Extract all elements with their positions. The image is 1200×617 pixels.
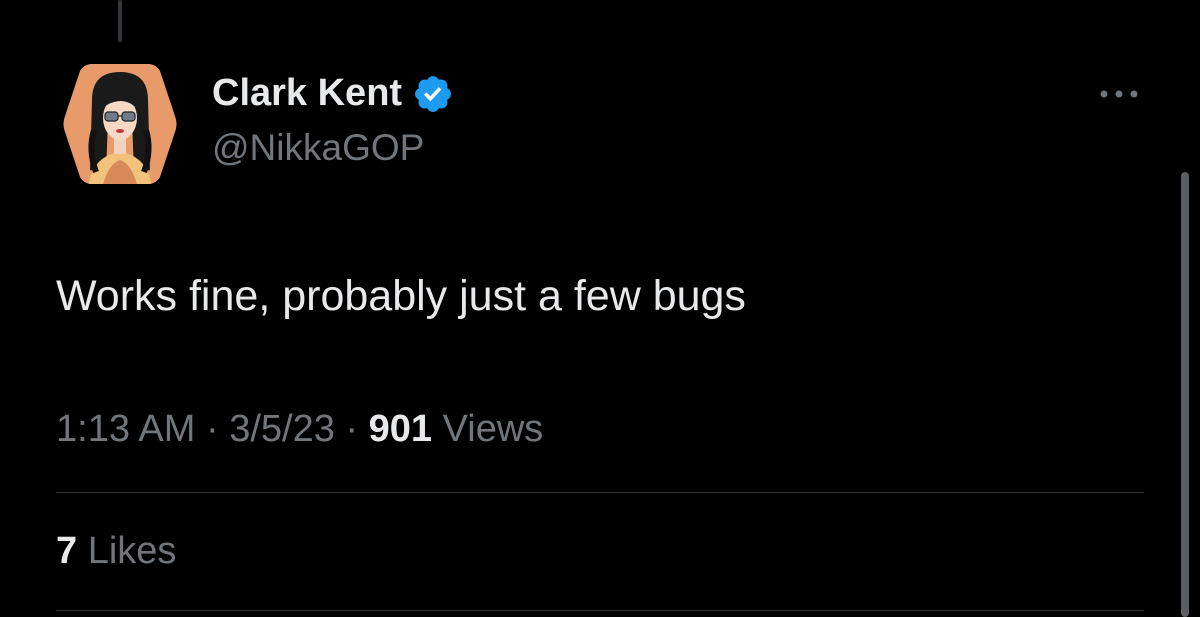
likes-link[interactable]: 7 Likes [56, 530, 176, 573]
avatar[interactable] [62, 60, 178, 188]
more-options-icon[interactable] [1094, 84, 1144, 104]
author-display-name[interactable]: Clark Kent [212, 72, 454, 115]
divider [56, 492, 1144, 493]
tweet-time[interactable]: 1:13 AM [56, 408, 195, 450]
scrollbar[interactable] [1181, 172, 1189, 617]
tweet-text: Works fine, probably just a few bugs [56, 272, 746, 320]
meta-separator: · [205, 408, 219, 450]
author-name-text[interactable]: Clark Kent [212, 72, 402, 115]
meta-separator: · [345, 408, 359, 450]
tweet-date[interactable]: 3/5/23 [229, 408, 335, 450]
divider [56, 610, 1144, 611]
views-label: Views [442, 408, 544, 450]
verified-badge-icon[interactable] [412, 73, 454, 115]
thread-connector-line [118, 0, 122, 42]
author-handle[interactable]: @NikkaGOP [212, 127, 424, 169]
likes-count[interactable]: 7 [56, 530, 77, 572]
tweet-metadata: 1:13 AM · 3/5/23 · 901 Views [56, 408, 543, 451]
views-count: 901 [368, 408, 433, 450]
likes-label[interactable]: Likes [88, 530, 177, 572]
